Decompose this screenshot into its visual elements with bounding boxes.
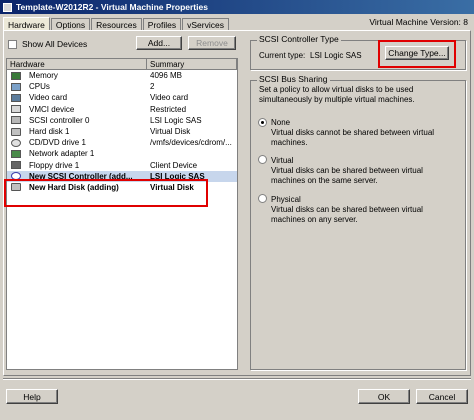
scsi-controller-icon <box>11 116 21 125</box>
row-name: Hard disk 1 <box>29 127 70 137</box>
footer-separator <box>3 378 471 380</box>
radio-none-desc: Virtual disks cannot be shared between v… <box>271 128 435 147</box>
row-summary: LSI Logic SAS <box>150 171 205 181</box>
new-scsi-controller-icon <box>11 172 21 181</box>
vmci-icon <box>11 105 21 114</box>
table-row[interactable]: Floppy drive 1 Client Device <box>7 160 237 171</box>
table-row[interactable]: Video card Video card <box>7 92 237 103</box>
tab-vservices[interactable]: vServices <box>182 18 229 30</box>
radio-physical[interactable] <box>258 194 267 203</box>
row-name: SCSI controller 0 <box>29 115 90 125</box>
cancel-button[interactable]: Cancel <box>416 389 468 404</box>
row-summary: LSI Logic SAS <box>150 115 202 125</box>
tab-profiles[interactable]: Profiles <box>142 18 182 30</box>
current-type-value: LSI Logic SAS <box>310 51 362 60</box>
hardware-list-header: Hardware Summary <box>7 59 237 70</box>
remove-button[interactable]: Remove <box>188 36 236 50</box>
radio-virtual-label: Virtual <box>271 156 294 165</box>
radio-physical-label: Physical <box>271 195 301 204</box>
radio-virtual[interactable] <box>258 155 267 164</box>
memory-icon <box>11 71 21 80</box>
table-row[interactable]: Network adapter 1 <box>7 148 237 159</box>
row-summary: 4096 MB <box>150 71 183 81</box>
column-header-hardware[interactable]: Hardware <box>7 59 147 69</box>
row-name: Memory <box>29 71 58 81</box>
table-row[interactable]: Hard disk 1 Virtual Disk <box>7 126 237 137</box>
table-row[interactable]: CPUs 2 <box>7 81 237 92</box>
app-icon <box>3 2 12 12</box>
change-type-button[interactable]: Change Type... <box>385 46 449 60</box>
row-name: CPUs <box>29 82 50 92</box>
vm-version-label: Virtual Machine Version: 8 <box>369 17 468 27</box>
hardware-list[interactable]: Hardware Summary Memory 4096 MB CPUs 2 V… <box>6 58 238 370</box>
tab-hardware[interactable]: Hardware <box>3 17 50 31</box>
row-name: Network adapter 1 <box>29 149 95 159</box>
row-summary: Virtual Disk <box>150 182 194 192</box>
show-all-devices-label: Show All Devices <box>22 39 88 49</box>
tab-strip: Hardware Options Resources Profiles vSer… <box>3 16 230 31</box>
add-button[interactable]: Add... <box>136 36 182 50</box>
table-row-selected[interactable]: New SCSI Controller (add... LSI Logic SA… <box>7 170 237 182</box>
checkbox-box[interactable] <box>8 39 17 49</box>
column-header-summary[interactable]: Summary <box>147 59 237 69</box>
video-card-icon <box>11 93 21 102</box>
tab-resources[interactable]: Resources <box>91 18 142 30</box>
row-name: New SCSI Controller (add... <box>29 171 133 181</box>
help-button[interactable]: Help <box>6 389 58 404</box>
window-title: Template-W2012R2 - Virtual Machine Prope… <box>16 2 208 12</box>
scsi-controller-type-label: SCSI Controller Type <box>257 34 341 44</box>
show-all-devices-checkbox[interactable]: Show All Devices <box>8 39 87 49</box>
tab-options[interactable]: Options <box>50 18 91 30</box>
table-row[interactable]: SCSI controller 0 LSI Logic SAS <box>7 115 237 126</box>
ok-button[interactable]: OK <box>358 389 410 404</box>
new-hard-disk-icon <box>11 183 21 192</box>
row-summary: Video card <box>150 93 189 103</box>
radio-virtual-desc: Virtual disks can be shared between virt… <box>271 166 423 185</box>
row-summary: Client Device <box>150 160 198 170</box>
row-name: Video card <box>29 93 68 103</box>
floppy-icon <box>11 161 21 170</box>
table-row[interactable]: New Hard Disk (adding) Virtual Disk <box>7 182 237 193</box>
row-summary: Virtual Disk <box>150 127 191 137</box>
table-row[interactable]: Memory 4096 MB <box>7 70 237 81</box>
radio-physical-desc: Virtual disks can be shared between virt… <box>271 205 423 224</box>
row-name: VMCI device <box>29 104 75 114</box>
radio-none[interactable] <box>258 118 267 127</box>
row-name: CD/DVD drive 1 <box>29 138 86 148</box>
title-bar[interactable]: Template-W2012R2 - Virtual Machine Prope… <box>0 0 474 14</box>
network-adapter-icon <box>11 149 21 158</box>
cpu-icon <box>11 82 21 91</box>
row-summary: /vmfs/devices/cdrom/... <box>150 138 232 148</box>
cd-dvd-icon <box>11 138 21 147</box>
bus-sharing-description: Set a policy to allow virtual disks to b… <box>259 85 415 104</box>
row-name: Floppy drive 1 <box>29 160 80 170</box>
scsi-bus-sharing-label: SCSI Bus Sharing <box>257 74 330 84</box>
radio-none-label: None <box>271 118 291 127</box>
hard-disk-icon <box>11 127 21 136</box>
current-type-label: Current type: <box>259 51 306 60</box>
table-row[interactable]: CD/DVD drive 1 /vmfs/devices/cdrom/... <box>7 137 237 148</box>
row-summary: Restricted <box>150 104 187 114</box>
row-name: New Hard Disk (adding) <box>29 182 119 192</box>
row-summary: 2 <box>150 82 155 92</box>
table-row[interactable]: VMCI device Restricted <box>7 104 237 115</box>
